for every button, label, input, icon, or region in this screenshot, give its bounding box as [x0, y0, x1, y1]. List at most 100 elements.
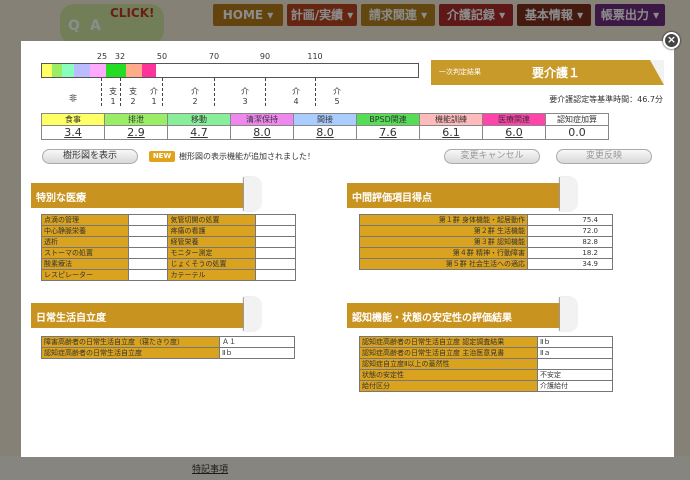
level-label: 非 — [69, 94, 77, 103]
level-label: 2 — [192, 97, 198, 106]
section-title: 特別な医療 — [36, 193, 86, 204]
table-row: 認知症自立度Ⅱ以上の蓋然性 — [359, 358, 613, 370]
intermediate-score-table: 第１群 身体機能・起居動作 75.4 第２群 生活機能 72.0 第３群 認知機能 8… — [359, 214, 613, 270]
level-label: 5 — [334, 97, 340, 106]
section-title: 中間評価項目得点 — [352, 193, 432, 204]
level-label: 介 — [191, 87, 199, 96]
category-value[interactable]: 2.9 — [104, 125, 168, 140]
table-row: 認知症高齢者の日常生活自立度 主治医意見書 Ⅱａ — [359, 347, 613, 359]
level-label: 4 — [293, 97, 299, 106]
level-label: 介 — [292, 87, 300, 96]
category-header: 排泄 — [104, 113, 168, 126]
table-row: 第５群 社会生活への適応 34.9 — [359, 258, 613, 270]
section-header-medical: 特別な医療 — [31, 177, 262, 211]
level-label: 介 — [150, 87, 158, 96]
level-label: 介 — [333, 87, 341, 96]
category-header: 食事 — [41, 113, 105, 126]
table-row: 認知症高齢者の日常生活自立度 Ⅱｂ — [41, 347, 295, 359]
table-row: 第３群 認知機能 82.8 — [359, 236, 613, 248]
category-value[interactable]: 8.0 — [293, 125, 357, 140]
section-title: 認知機能・状態の安定性の評価結果 — [352, 313, 512, 324]
cancel-change-button[interactable]: 変更キャンセル — [444, 149, 540, 164]
table-row: 第２群 生活機能 72.0 — [359, 225, 613, 237]
bar-segment — [62, 64, 74, 77]
table-row: 酸素療法 じょくそうの処置 — [41, 258, 296, 270]
category-header: 間接 — [293, 113, 357, 126]
result-value: 要介護１ — [531, 66, 580, 80]
level-label: 3 — [242, 97, 248, 106]
new-feature-message: 樹形図の表示機能が追加されました！ — [179, 152, 315, 161]
stability-evaluation-table: 認知症高齢者の日常生活自立度 認定調査結果 Ⅱｂ 認知症高齢者の日常生活自立度 主… — [359, 336, 613, 392]
tick-label: 110 — [307, 52, 323, 61]
bar-segment — [90, 64, 106, 77]
bar-segment — [52, 64, 62, 77]
table-row: 状態の安定性 不安定 — [359, 369, 613, 381]
table-row: 透析 経管栄養 — [41, 236, 296, 248]
table-row: 点滴の管理 気管切開の処置 — [41, 214, 296, 226]
page-curl-icon — [560, 177, 578, 211]
table-row: 認知症高齢者の日常生活自立度 認定調査結果 Ⅱｂ — [359, 336, 613, 348]
level-label: 1 — [110, 97, 116, 106]
daily-independence-table: 障害高齢者の日常生活自立度（寝たきり度） Ａ１ 認知症高齢者の日常生活自立度 Ⅱｂ — [41, 336, 295, 359]
threshold-line — [101, 78, 102, 106]
category-value[interactable]: 8.0 — [230, 125, 294, 140]
bar-segment — [126, 64, 142, 77]
table-row: 中心静脈栄養 疼痛の看護 — [41, 225, 296, 237]
table-row: 第１群 身体機能・起居動作 75.4 — [359, 214, 613, 226]
apply-change-button[interactable]: 変更反映 — [556, 149, 652, 164]
category-header: 認知症加算 — [545, 113, 609, 126]
bar-segment — [74, 64, 90, 77]
table-row: レスピレーター カテーテル — [41, 269, 296, 281]
bar-segment — [42, 64, 52, 77]
level-label: 2 — [130, 97, 136, 106]
threshold-line — [315, 78, 316, 106]
section-header-daily: 日常生活自立度 — [31, 297, 262, 331]
category-value: 0.0 — [545, 125, 609, 140]
category-header: 医療関連 — [482, 113, 546, 126]
category-value[interactable]: 3.4 — [41, 125, 105, 140]
tick-label: 25 — [96, 52, 108, 61]
result-label: 一次判定結果 — [439, 68, 481, 76]
category-value[interactable]: 4.7 — [167, 125, 231, 140]
threshold-line — [214, 78, 215, 106]
care-time-bar — [41, 63, 419, 78]
table-row: 障害高齢者の日常生活自立度（寝たきり度） Ａ１ — [41, 336, 295, 348]
section-header-stability: 認知機能・状態の安定性の評価結果 — [347, 297, 578, 331]
category-value[interactable]: 6.1 — [419, 125, 483, 140]
threshold-line — [265, 78, 266, 106]
bar-segment — [142, 64, 156, 77]
assessment-modal: 25 32 50 70 90 110 非 支 1 支 2 介 1 介 2 介 3… — [21, 41, 674, 457]
category-header: 機能訓練 — [419, 113, 483, 126]
new-badge: NEW — [149, 151, 175, 162]
tick-label: 70 — [208, 52, 220, 61]
tick-label: 90 — [259, 52, 271, 61]
page-curl-icon — [650, 60, 664, 85]
table-row: ストーマの処置 モニター測定 — [41, 247, 296, 259]
category-header: 移動 — [167, 113, 231, 126]
level-label: 支 — [109, 87, 117, 96]
bar-segment — [106, 64, 126, 77]
level-label: 1 — [151, 97, 157, 106]
table-row: 給付区分 介護給付 — [359, 380, 613, 392]
page-curl-icon — [244, 297, 262, 331]
category-value[interactable]: 7.6 — [356, 125, 420, 140]
close-icon[interactable]: × — [663, 32, 680, 49]
category-time-table: 食事 排泄 移動 清潔保持 間接 BPSD関連 機能訓練 医療関連 認知症加算 … — [41, 113, 609, 140]
page-curl-icon — [244, 177, 262, 211]
tick-label: 50 — [156, 52, 168, 61]
page-curl-icon — [560, 297, 578, 331]
category-value[interactable]: 6.0 — [482, 125, 546, 140]
section-header-intermediate: 中間評価項目得点 — [347, 177, 578, 211]
special-medical-table: 点滴の管理 気管切開の処置 中心静脈栄養 疼痛の看護 透析 経管栄養 ストーマの処置モ… — [41, 214, 296, 281]
level-label: 支 — [129, 87, 137, 96]
table-row: 第４群 精神・行動障害 18.2 — [359, 247, 613, 259]
show-tree-button[interactable]: 樹形図を表示 — [42, 149, 138, 164]
primary-judgment-result: 一次判定結果 要介護１ — [431, 60, 664, 85]
level-label: 介 — [241, 87, 249, 96]
standard-time-text: 要介護認定等基準時間：46.7分 — [549, 95, 663, 104]
threshold-line — [162, 78, 163, 106]
section-title: 日常生活自立度 — [36, 313, 106, 324]
tick-label: 32 — [114, 52, 126, 61]
category-header: 清潔保持 — [230, 113, 294, 126]
category-header: BPSD関連 — [356, 113, 420, 126]
